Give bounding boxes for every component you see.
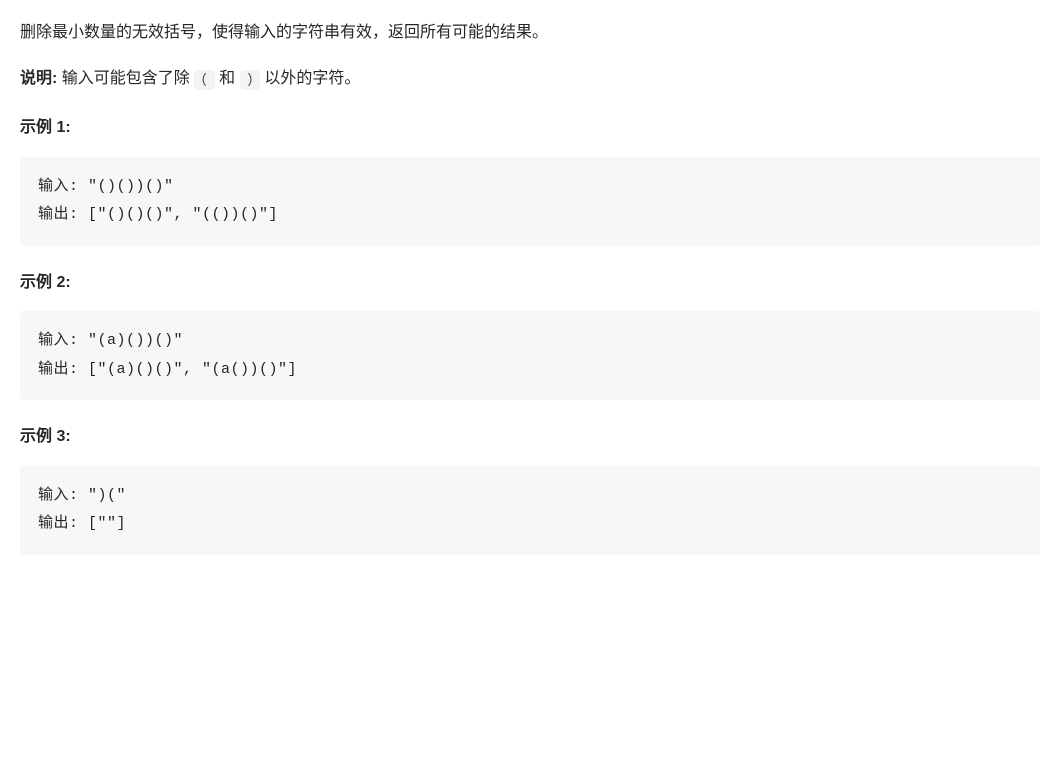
note-text-before: 输入可能包含了除 <box>62 70 194 87</box>
example-2-title: 示例 2: <box>20 270 1040 296</box>
example-3-title: 示例 3: <box>20 424 1040 450</box>
note-text-mid: 和 <box>215 70 240 87</box>
problem-intro: 删除最小数量的无效括号，使得输入的字符串有效，返回所有可能的结果。 <box>20 20 1040 46</box>
inline-code-close-paren: ) <box>240 70 260 90</box>
inline-code-open-paren: ( <box>194 70 214 90</box>
example-2-code: 输入: "(a)())()" 输出: ["(a)()()", "(a())()"… <box>20 311 1040 400</box>
note-label: 说明: <box>20 70 62 87</box>
problem-note: 说明: 输入可能包含了除 ( 和 ) 以外的字符。 <box>20 66 1040 92</box>
example-3-code: 输入: ")(" 输出: [""] <box>20 466 1040 555</box>
example-1-code: 输入: "()())()" 输出: ["()()()", "(())()"] <box>20 157 1040 246</box>
note-text-after: 以外的字符。 <box>260 70 360 87</box>
example-1-title: 示例 1: <box>20 115 1040 141</box>
